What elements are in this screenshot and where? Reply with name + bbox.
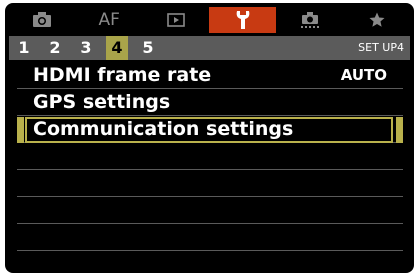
menu-item-label: Communication settings	[33, 118, 294, 140]
camera-menu-screen: AF 1 2 3 4 5 SET UP4 HDMI frame rate AUT…	[5, 3, 414, 273]
af-tab-label: AF	[98, 10, 120, 30]
camera-icon	[33, 12, 52, 27]
page-label: SET UP4	[358, 41, 404, 54]
tab-setup[interactable]	[209, 7, 277, 33]
menu-list: HDMI frame rate AUTO GPS settings Commun…	[17, 62, 403, 251]
page-tab-5[interactable]: 5	[137, 36, 159, 60]
tab-custom-functions[interactable]	[276, 7, 343, 33]
page-tab-1[interactable]: 1	[13, 36, 35, 60]
menu-item-empty	[17, 143, 403, 170]
page-tab-4[interactable]: 4	[106, 36, 128, 60]
tab-my-menu[interactable]	[343, 7, 410, 33]
custom-function-icon	[300, 12, 319, 28]
menu-item-communication-settings[interactable]: Communication settings	[17, 116, 403, 143]
selection-accent-left	[17, 117, 24, 143]
playback-icon	[167, 13, 185, 27]
menu-item-value: AUTO	[340, 66, 387, 84]
star-icon	[369, 12, 385, 27]
menu-item-label: GPS settings	[33, 91, 171, 113]
menu-item-empty	[17, 170, 403, 197]
selection-accent-right	[396, 117, 403, 143]
menu-item-empty	[17, 224, 403, 251]
menu-item-empty	[17, 197, 403, 224]
menu-item-hdmi-frame-rate[interactable]: HDMI frame rate AUTO	[17, 62, 403, 89]
menu-tab-bar: AF	[9, 7, 410, 33]
tab-shooting[interactable]	[9, 7, 76, 33]
wrench-icon	[236, 11, 250, 29]
menu-item-label: HDMI frame rate	[33, 64, 212, 86]
menu-item-gps-settings[interactable]: GPS settings	[17, 89, 403, 116]
page-tab-2[interactable]: 2	[44, 36, 66, 60]
page-tab-3[interactable]: 3	[75, 36, 97, 60]
tab-af[interactable]: AF	[76, 7, 143, 33]
page-tab-bar: 1 2 3 4 5 SET UP4	[9, 36, 410, 60]
tab-playback[interactable]	[143, 7, 210, 33]
